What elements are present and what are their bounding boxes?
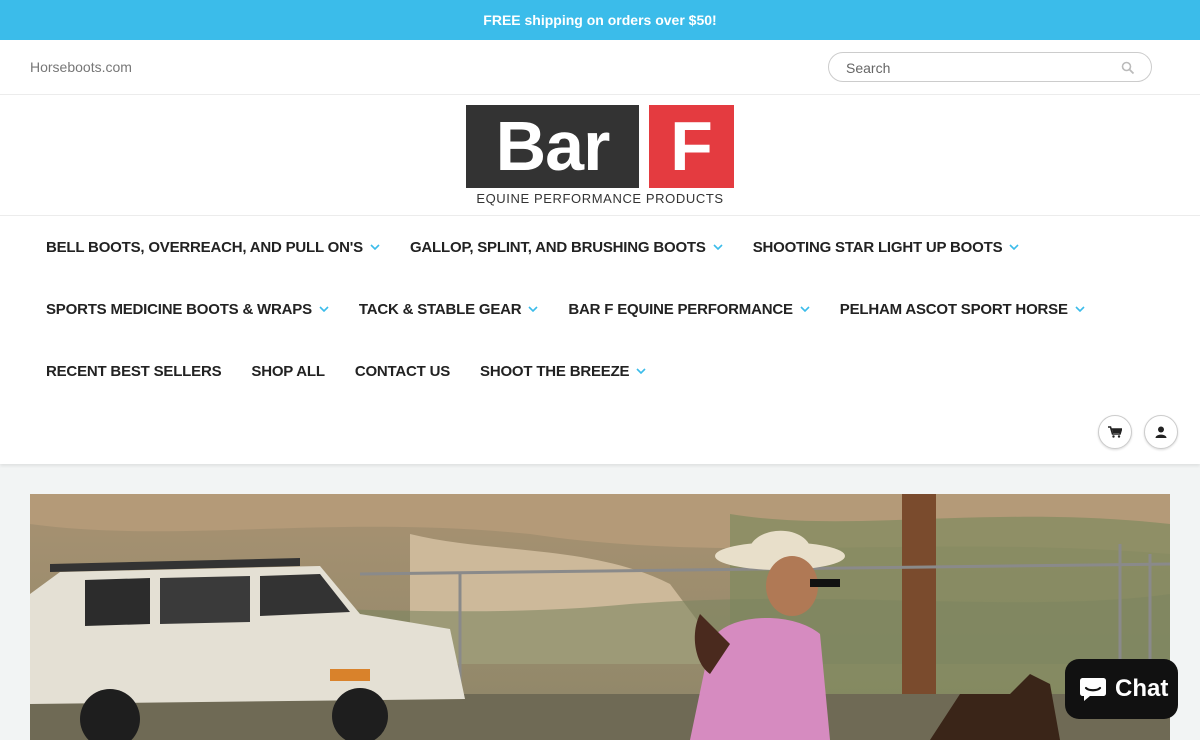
nav-item-tack-stable-gear[interactable]: TACK & STABLE GEAR <box>359 301 539 318</box>
chevron-down-icon <box>713 244 723 250</box>
nav-item-sports-medicine-boots-wraps[interactable]: SPORTS MEDICINE BOOTS & WRAPS <box>46 301 329 318</box>
hero-photo-barrel-racer <box>30 494 1170 740</box>
logo-word: Bar <box>466 105 639 188</box>
nav-item-label: SHOOT THE BREEZE <box>480 362 630 380</box>
nav-item-label: CONTACT US <box>354 362 451 380</box>
nav-item-contact-us[interactable]: CONTACT US <box>355 363 450 380</box>
nav-item-pelham-ascot-sport-horse[interactable]: PELHAM ASCOT SPORT HORSE <box>840 301 1085 318</box>
search-icon[interactable] <box>1121 61 1135 75</box>
chevron-down-icon <box>800 306 810 312</box>
nav-item-shop-all[interactable]: SHOP ALL <box>251 362 325 380</box>
chevron-down-icon <box>319 306 329 312</box>
nav-item-gallop-splint-and-brushing-boots[interactable]: GALLOP, SPLINT, AND BRUSHING BOOTS <box>410 239 723 256</box>
chevron-down-icon <box>636 368 646 374</box>
account-button[interactable] <box>1144 415 1178 449</box>
hero-image <box>30 494 1170 740</box>
nav-item-label: TACK & STABLE GEAR <box>358 300 522 318</box>
promo-banner: FREE shipping on orders over $50! <box>0 0 1200 40</box>
nav-item-bell-boots-overreach-and-pull-on-s[interactable]: BELL BOOTS, OVERREACH, AND PULL ON'S <box>46 239 380 256</box>
chevron-down-icon <box>528 306 538 312</box>
nav-item-label: SHOP ALL <box>251 362 325 380</box>
nav-item-label: SHOOTING STAR LIGHT UP BOOTS <box>752 238 1003 256</box>
site-name[interactable]: Horseboots.com <box>30 59 132 75</box>
nav-item-bar-f-equine-performance[interactable]: BAR F EQUINE PERFORMANCE <box>568 300 810 318</box>
nav-row: SPORTS MEDICINE BOOTS & WRAPS TACK & STAB… <box>46 297 1115 321</box>
nav-row: RECENT BEST SELLERS SHOP ALL CONTACT US SHO… <box>46 359 676 383</box>
chevron-down-icon <box>370 244 380 250</box>
nav-item-label: BAR F EQUINE PERFORMANCE <box>568 300 793 318</box>
utility-bar: Horseboots.com <box>0 40 1200 95</box>
nav-item-label: GALLOP, SPLINT, AND BRUSHING BOOTS <box>409 238 706 256</box>
nav-item-shooting-star-light-up-boots[interactable]: SHOOTING STAR LIGHT UP BOOTS <box>753 239 1020 256</box>
nav-item-label: BELL BOOTS, OVERREACH, AND PULL ON'S <box>46 238 363 256</box>
cart-button[interactable] <box>1098 415 1132 449</box>
nav-item-label: RECENT BEST SELLERS <box>46 362 222 380</box>
user-icon <box>1155 426 1167 438</box>
main-navigation: BELL BOOTS, OVERREACH, AND PULL ON'S GALL… <box>0 216 1200 464</box>
logo-letter: F <box>649 105 734 188</box>
promo-text: FREE shipping on orders over $50! <box>483 12 717 28</box>
search-box <box>828 52 1152 82</box>
search-input[interactable] <box>846 59 1106 77</box>
chevron-down-icon <box>1009 244 1019 250</box>
nav-item-shoot-the-breeze[interactable]: SHOOT THE BREEZE <box>480 363 646 380</box>
chat-label: Chat <box>1115 675 1169 702</box>
chat-button[interactable]: Chat <box>1065 659 1178 719</box>
nav-row: BELL BOOTS, OVERREACH, AND PULL ON'S GALL… <box>46 235 1049 259</box>
cart-icon <box>1108 426 1122 438</box>
logo-area: Bar F EQUINE PERFORMANCE PRODUCTS <box>0 95 1200 216</box>
logo-tagline: EQUINE PERFORMANCE PRODUCTS <box>476 191 724 206</box>
nav-item-recent-best-sellers[interactable]: RECENT BEST SELLERS <box>46 362 222 380</box>
nav-item-label: SPORTS MEDICINE BOOTS & WRAPS <box>46 300 312 318</box>
chevron-down-icon <box>1075 306 1085 312</box>
nav-item-label: PELHAM ASCOT SPORT HORSE <box>839 300 1068 318</box>
chat-bubble-icon <box>1080 678 1106 701</box>
brand-logo[interactable]: Bar F EQUINE PERFORMANCE PRODUCTS <box>465 104 735 208</box>
